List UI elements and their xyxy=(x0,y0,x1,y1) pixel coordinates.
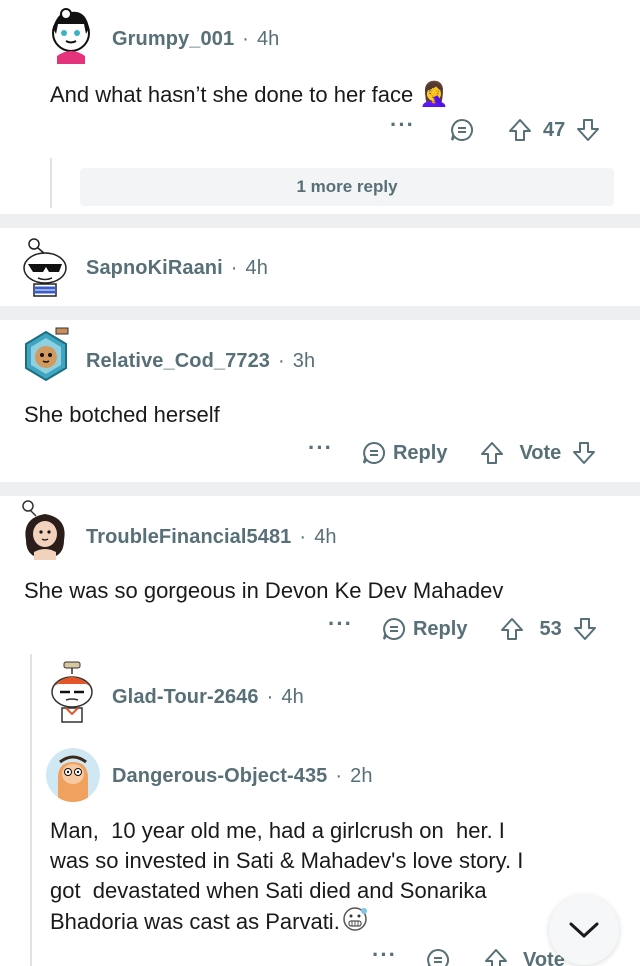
upvote-icon xyxy=(508,119,531,141)
comment-line: Man, 10 year old me, had a girlcrush on … xyxy=(50,818,505,843)
timestamp: 4h xyxy=(281,686,304,708)
username[interactable]: SapnoKiRaani xyxy=(86,257,223,279)
comment-meta: SapnoKiRaani · 4h xyxy=(86,257,268,279)
upvote-button[interactable] xyxy=(479,440,505,466)
comment-body: She was so gorgeous in Devon Ke Dev Maha… xyxy=(24,578,504,603)
reply-button[interactable]: Reply xyxy=(381,616,467,642)
timestamp: 4h xyxy=(314,526,337,548)
username[interactable]: Grumpy_001 xyxy=(112,28,234,50)
upvote-button[interactable] xyxy=(483,947,509,966)
reply-label: Reply xyxy=(412,617,468,640)
username[interactable]: TroubleFinancial5481 xyxy=(86,526,291,548)
username[interactable]: Glad-Tour-2646 xyxy=(112,686,259,708)
reply-icon xyxy=(451,118,473,141)
comment-actions: ··· Vote xyxy=(372,940,565,966)
comment-line: was so invested in Sati & Mahadev's love… xyxy=(50,848,524,873)
grimace-emoji-icon xyxy=(342,906,368,940)
thread-line[interactable] xyxy=(30,654,32,966)
upvote-icon xyxy=(501,618,524,640)
reply-icon xyxy=(363,441,385,464)
comment-body: Man, 10 year old me, had a girlcrush on … xyxy=(50,816,523,940)
reply-icon xyxy=(383,617,405,640)
upvote-icon xyxy=(484,949,507,966)
upvote-button[interactable] xyxy=(499,616,525,642)
vote-label: Vote xyxy=(519,441,562,464)
comment-meta: TroubleFinancial5481 · 4h xyxy=(86,526,337,548)
comment-line: Bhadoria was cast as Parvati. xyxy=(50,906,523,940)
more-options-button[interactable]: ··· xyxy=(372,944,397,966)
timestamp: 3h xyxy=(292,350,316,372)
comment-body: She botched herself xyxy=(24,402,220,427)
comment-meta: Grumpy_001 · 4h xyxy=(112,28,280,50)
username[interactable]: Relative_Cod_7723 xyxy=(86,350,270,372)
comment-line: got devastated when Sati died and Sonari… xyxy=(50,878,487,903)
reply-label: Reply xyxy=(392,441,448,464)
reply-button[interactable] xyxy=(449,117,475,143)
reply-button[interactable] xyxy=(425,947,451,966)
reply-icon xyxy=(427,948,449,966)
comment-actions: ··· Reply Vote xyxy=(308,433,597,473)
comment-meta: Relative_Cod_7723 · 3h xyxy=(86,350,316,372)
avatar[interactable] xyxy=(44,6,98,64)
facepalm-emoji: 🤦‍♀️ xyxy=(419,81,450,108)
upvote-button[interactable] xyxy=(507,117,533,143)
timestamp: 2h xyxy=(350,765,373,787)
comment-meta: Glad-Tour-2646 · 4h xyxy=(112,686,304,708)
timestamp: 4h xyxy=(245,257,268,279)
more-options-button[interactable]: ··· xyxy=(308,437,333,463)
avatar[interactable] xyxy=(46,660,98,724)
more-options-button[interactable]: ··· xyxy=(390,114,415,140)
comment-body: And what hasn’t she done to her face 🤦‍♀… xyxy=(50,81,450,108)
thread-line[interactable] xyxy=(50,158,52,208)
scroll-down-button[interactable] xyxy=(549,895,619,965)
downvote-icon xyxy=(573,618,596,640)
downvote-button[interactable] xyxy=(571,440,597,466)
more-replies-button[interactable]: 1 more reply xyxy=(80,168,614,206)
more-options-button[interactable]: ··· xyxy=(328,613,353,639)
downvote-button[interactable] xyxy=(572,616,598,642)
divider xyxy=(0,306,640,320)
vote-count: 47 xyxy=(542,118,566,141)
downvote-icon xyxy=(577,119,600,141)
comment-meta: Dangerous-Object-435 · 2h xyxy=(112,765,373,787)
upvote-icon xyxy=(481,442,504,464)
comment-actions: ··· 47 xyxy=(390,110,601,150)
downvote-button[interactable] xyxy=(575,117,601,143)
timestamp: 4h xyxy=(256,28,280,50)
reply-button[interactable]: Reply xyxy=(361,440,447,466)
avatar[interactable] xyxy=(20,326,72,386)
comment-actions: ··· Reply 53 xyxy=(328,609,598,649)
avatar[interactable] xyxy=(20,234,70,298)
avatar[interactable] xyxy=(46,748,100,802)
divider xyxy=(0,214,640,228)
divider xyxy=(0,482,640,496)
username[interactable]: Dangerous-Object-435 xyxy=(112,765,327,787)
chevron-down-icon xyxy=(569,922,599,938)
avatar[interactable] xyxy=(20,500,70,562)
downvote-icon xyxy=(573,442,596,464)
vote-count: 53 xyxy=(539,617,562,640)
